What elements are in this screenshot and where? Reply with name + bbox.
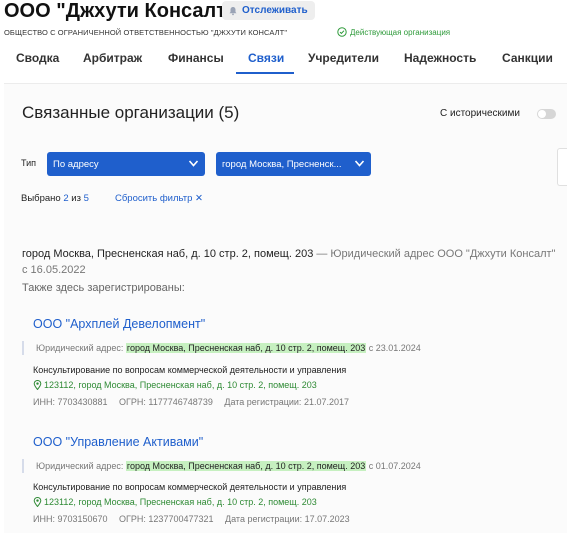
address-group-header: город Москва, Пресненская наб, д. 10 стр… bbox=[22, 246, 562, 278]
filter-address-select[interactable]: город Москва, Пресненск... bbox=[216, 152, 371, 176]
company-header: ООО "Джхути Консалт" Отслеживать ОБЩЕСТВ… bbox=[0, 0, 567, 80]
legal-name: ОБЩЕСТВО С ОГРАНИЧЕННОЙ ОТВЕТСТВЕННОСТЬЮ… bbox=[4, 28, 288, 37]
chevron-down-icon bbox=[188, 160, 199, 167]
org-legal-address: Юридический адрес: город Москва, Преснен… bbox=[22, 459, 421, 473]
legal-address-prefix: Юридический адрес: bbox=[36, 343, 124, 353]
related-organizations-section: Связанные организации (5) С историческим… bbox=[4, 83, 567, 533]
status-badge: Действующая организация bbox=[337, 27, 450, 37]
filter-address-value: город Москва, Пресненск... bbox=[222, 158, 342, 170]
org-ogrn: ОГРН: 1237700477321 bbox=[119, 514, 214, 524]
org-name-link[interactable]: ООО "Управление Активами" bbox=[33, 435, 203, 449]
org-inn: ИНН: 9703150670 bbox=[33, 514, 108, 524]
org-reg-date: Дата регистрации: 17.07.2023 bbox=[225, 514, 350, 524]
legal-address-since: с 01.07.2024 bbox=[368, 461, 421, 471]
group-address: город Москва, Пресненская наб, д. 10 стр… bbox=[22, 248, 314, 260]
org-legal-address: Юридический адрес: город Москва, Преснен… bbox=[22, 341, 421, 355]
location-pin-icon bbox=[33, 497, 42, 507]
tab-summary[interactable]: Сводка bbox=[16, 51, 59, 65]
bell-icon bbox=[229, 6, 237, 15]
follow-button[interactable]: Отслеживать bbox=[222, 1, 315, 20]
active-tab-indicator bbox=[236, 72, 294, 74]
check-circle-icon bbox=[337, 27, 347, 37]
section-title: Связанные организации (5) bbox=[22, 103, 240, 122]
tab-connections[interactable]: Связи bbox=[248, 51, 284, 65]
chevron-down-icon bbox=[354, 160, 365, 167]
org-name-link[interactable]: ООО "Архплей Девелопмент" bbox=[33, 317, 205, 331]
tab-finance[interactable]: Финансы bbox=[168, 51, 224, 65]
filter-type-label: Тип bbox=[21, 158, 37, 168]
org-address-text: 123112, город Москва, Пресненская наб, д… bbox=[44, 497, 317, 507]
selected-prefix: Выбрано bbox=[21, 193, 61, 204]
selected-number: 2 bbox=[63, 193, 69, 204]
reset-filter-link[interactable]: Сбросить фильтр ✕ bbox=[115, 193, 203, 204]
selected-count: Выбрано 2 из 5 bbox=[21, 193, 89, 204]
org-ogrn: ОГРН: 1177746748739 bbox=[119, 397, 213, 407]
tab-founders[interactable]: Учредители bbox=[308, 51, 379, 65]
selected-of: из bbox=[71, 193, 81, 204]
total-number: 5 bbox=[83, 193, 89, 204]
historical-toggle-label: С историческими bbox=[440, 108, 520, 119]
org-address: 123112, город Москва, Пресненская наб, д… bbox=[33, 380, 317, 390]
follow-label: Отслеживать bbox=[242, 5, 308, 16]
filter-type-value: По адресу bbox=[53, 158, 99, 170]
tab-arbitration[interactable]: Арбитраж bbox=[83, 51, 142, 65]
filter-type-select[interactable]: По адресу bbox=[47, 152, 205, 176]
legal-address-prefix: Юридический адрес: bbox=[36, 461, 124, 471]
legal-address-since: с 23.01.2024 bbox=[368, 343, 421, 353]
org-reg-date: Дата регистрации: 21.07.2017 bbox=[224, 397, 349, 407]
company-title: ООО "Джхути Консалт" bbox=[4, 0, 236, 22]
org-activity: Консультирование по вопросам коммерческо… bbox=[33, 365, 347, 375]
org-identifiers: ИНН: 7703430881 ОГРН: 1177746748739 Дата… bbox=[33, 397, 358, 407]
legal-address-highlight: город Москва, Пресненская наб, д. 10 стр… bbox=[125, 343, 367, 353]
org-activity: Консультирование по вопросам коммерческо… bbox=[33, 482, 347, 492]
org-address: 123112, город Москва, Пресненская наб, д… bbox=[33, 497, 317, 507]
historical-toggle[interactable] bbox=[537, 109, 556, 119]
filter-extra-control[interactable] bbox=[557, 148, 567, 186]
tab-reliability[interactable]: Надежность bbox=[404, 51, 476, 65]
org-identifiers: ИНН: 9703150670 ОГРН: 1237700477321 Дата… bbox=[33, 514, 359, 524]
location-pin-icon bbox=[33, 380, 42, 390]
org-inn: ИНН: 7703430881 bbox=[33, 397, 108, 407]
tab-sanctions[interactable]: Санкции bbox=[502, 51, 553, 65]
also-registered-label: Также здесь зарегистрированы: bbox=[22, 282, 185, 294]
status-label: Действующая организация bbox=[350, 27, 451, 37]
legal-address-highlight: город Москва, Пресненская наб, д. 10 стр… bbox=[125, 461, 367, 471]
org-address-text: 123112, город Москва, Пресненская наб, д… bbox=[44, 380, 317, 390]
tab-bar: Сводка Арбитраж Финансы Связи Учредители… bbox=[0, 46, 567, 74]
